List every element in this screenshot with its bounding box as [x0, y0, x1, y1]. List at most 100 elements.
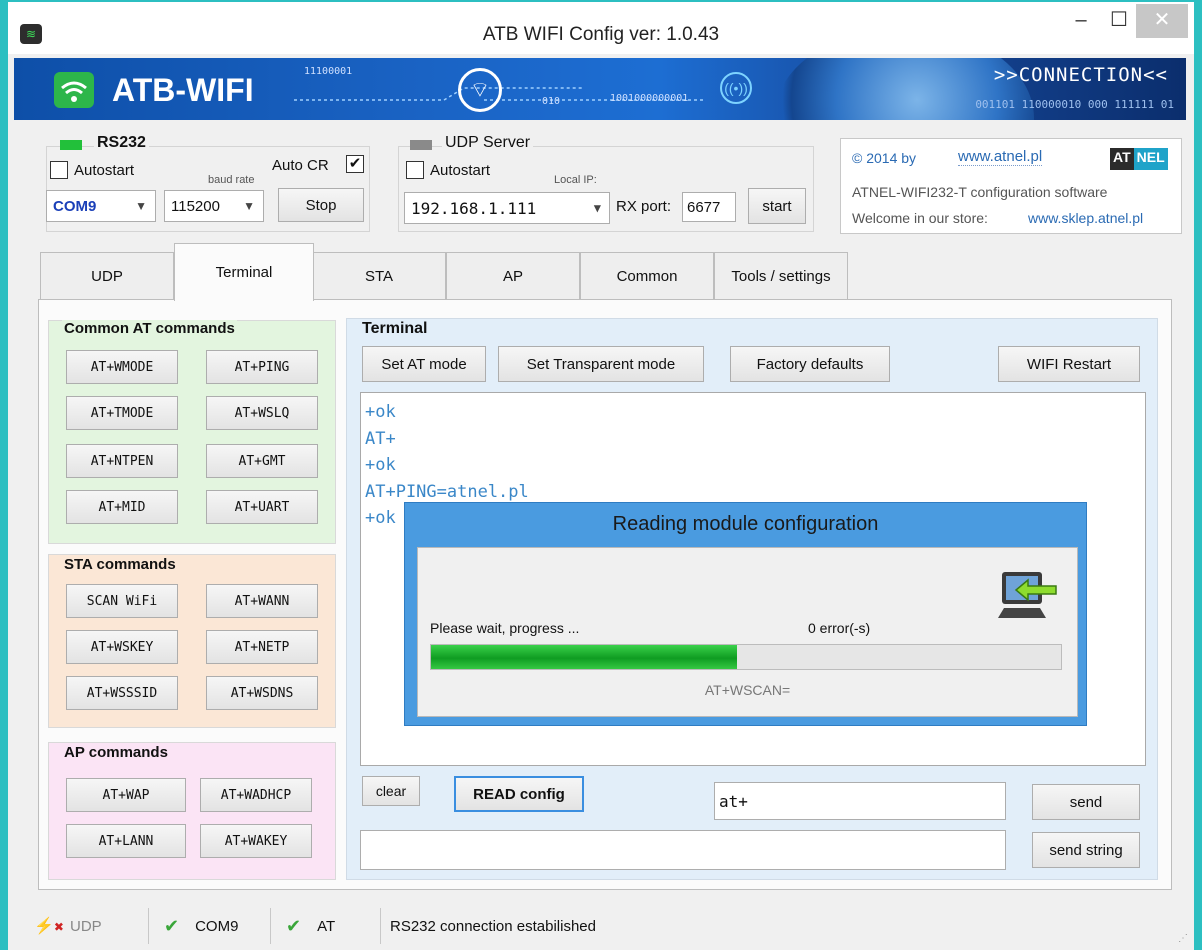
store-link[interactable]: www.sklep.atnel.pl [1028, 210, 1143, 226]
rx-port-label: RX port: [616, 198, 672, 215]
at-wap-button[interactable]: AT+WAP [66, 778, 186, 812]
udp-start-button[interactable]: start [748, 188, 806, 224]
at-wslq-button[interactable]: AT+WSLQ [206, 396, 318, 430]
com-port-select[interactable]: COM9 ▼ [46, 190, 156, 222]
set-transparent-mode-button[interactable]: Set Transparent mode [498, 346, 704, 382]
progress-fill [431, 645, 737, 669]
send-button[interactable]: send [1032, 784, 1140, 820]
tab-ap[interactable]: AP [446, 252, 580, 300]
chevron-down-icon: ▼ [243, 199, 255, 213]
tab-udp[interactable]: UDP [40, 252, 174, 300]
udp-autostart-label: Autostart [430, 162, 491, 179]
website-link[interactable]: www.atnel.pl [958, 148, 1043, 166]
resize-grip-icon[interactable]: ⋰ [1178, 933, 1188, 944]
atnel-logo-a: AT [1110, 148, 1134, 170]
antenna-icon: ((•)) [720, 72, 752, 104]
connection-label: >>CONNECTION<< [993, 64, 1168, 86]
rs232-title: RS232 [94, 134, 149, 152]
window-title: ATB WIFI Config ver: 1.0.43 [482, 24, 720, 45]
udp-autostart-checkbox[interactable] [406, 161, 424, 179]
check-icon: ✔ [164, 915, 180, 936]
status-udp: ⚡✖ UDP [34, 904, 102, 948]
at-wsdns-button[interactable]: AT+WSDNS [206, 676, 318, 710]
at-mid-button[interactable]: AT+MID [66, 490, 178, 524]
local-ip-caption: Local IP: [554, 174, 597, 186]
sta-commands-title: STA commands [62, 556, 178, 573]
chevron-down-icon: ▼ [593, 201, 601, 215]
at-wsssid-button[interactable]: AT+WSSSID [66, 676, 178, 710]
status-udp-label: UDP [69, 917, 102, 935]
factory-defaults-button[interactable]: Factory defaults [730, 346, 890, 382]
baud-rate-caption: baud rate [208, 174, 255, 186]
please-wait-text: Please wait, progress ... [430, 620, 580, 636]
common-at-title: Common AT commands [62, 320, 237, 337]
tab-sta[interactable]: STA [312, 252, 446, 300]
at-lann-button[interactable]: AT+LANN [66, 824, 186, 858]
at-wann-button[interactable]: AT+WANN [206, 584, 318, 618]
wifi-restart-button[interactable]: WIFI Restart [998, 346, 1140, 382]
status-at: ✔ AT [286, 904, 335, 948]
tab-tools-settings[interactable]: Tools / settings [714, 252, 848, 300]
close-button[interactable]: ✕ [1136, 4, 1188, 38]
at-uart-button[interactable]: AT+UART [206, 490, 318, 524]
status-message: RS232 connection estabilished [390, 917, 596, 935]
send-string-button[interactable]: send string [1032, 832, 1140, 868]
at-tmode-button[interactable]: AT+TMODE [66, 396, 178, 430]
rs232-stop-button[interactable]: Stop [278, 188, 364, 222]
status-com: ✔ COM9 [164, 904, 238, 948]
terminal-line: +ok [365, 455, 396, 475]
udp-server-title: UDP Server [442, 134, 534, 152]
rs232-autostart-checkbox[interactable] [50, 161, 68, 179]
terminal-title: Terminal [362, 320, 428, 337]
progress-bar [430, 644, 1062, 670]
app-banner: ATB-WIFI 11100001 ⌔ 010 1001000000001 ((… [14, 58, 1186, 120]
reading-config-dialog: Reading module configuration Please wait… [404, 502, 1087, 726]
local-ip-select[interactable]: 192.168.1.111 ▼ [404, 192, 610, 224]
at-wadhcp-button[interactable]: AT+WADHCP [200, 778, 312, 812]
terminal-line: AT+ [365, 428, 396, 449]
status-separator [270, 908, 271, 944]
at-wmode-button[interactable]: AT+WMODE [66, 350, 178, 384]
status-com-label: COM9 [195, 917, 239, 935]
at-ntpen-button[interactable]: AT+NTPEN [66, 444, 178, 478]
error-count-text: 0 error(-s) [808, 620, 871, 636]
chevron-down-icon: ▼ [135, 199, 147, 213]
wifi-circle-icon: ⌔ [458, 68, 502, 112]
udp-error-icon: ⚡✖ [34, 918, 64, 935]
at-gmt-button[interactable]: AT+GMT [206, 444, 318, 478]
scan-wifi-button[interactable]: SCAN WiFi [66, 584, 178, 618]
at-wakey-button[interactable]: AT+WAKEY [200, 824, 312, 858]
baud-rate-select[interactable]: 115200 ▼ [164, 190, 264, 222]
tab-terminal[interactable]: Terminal [174, 243, 314, 301]
local-ip-value: 192.168.1.111 [411, 198, 537, 218]
com-port-value: COM9 [53, 197, 97, 215]
at-ping-button[interactable]: AT+PING [206, 350, 318, 384]
atnel-logo-b: NEL [1133, 148, 1168, 170]
at-wskey-button[interactable]: AT+WSKEY [66, 630, 178, 664]
check-icon: ✔ [286, 915, 302, 936]
set-at-mode-button[interactable]: Set AT mode [362, 346, 486, 382]
auto-cr-label: Auto CR [272, 157, 329, 174]
info-line-1: ATNEL-WIFI232-T configuration software [852, 184, 1108, 200]
ap-commands-title: AP commands [62, 744, 170, 761]
at-netp-button[interactable]: AT+NETP [206, 630, 318, 664]
banner-bits: 010 [542, 96, 561, 107]
status-separator [380, 908, 381, 944]
banner-bits: 11100001 [304, 66, 353, 77]
string-input[interactable] [360, 830, 1006, 870]
status-at-label: AT [317, 917, 336, 935]
tab-common[interactable]: Common [580, 252, 714, 300]
dialog-title: Reading module configuration [612, 513, 879, 535]
command-input[interactable]: at+ [714, 782, 1006, 820]
rx-port-input[interactable]: 6677 [682, 192, 736, 222]
atnel-logo: AT NEL [1110, 148, 1168, 170]
banner-bits: 001101 110000010 000 111111 01 [975, 98, 1174, 111]
rs232-autostart-label: Autostart [74, 162, 135, 179]
computer-transfer-icon [996, 568, 1062, 626]
status-bar: ⚡✖ UDP ✔ COM9 ✔ AT RS232 connection esta… [8, 904, 1194, 950]
auto-cr-checkbox[interactable]: ✔ [346, 155, 364, 173]
clear-button[interactable]: clear [362, 776, 420, 806]
baud-rate-value: 115200 [171, 197, 220, 215]
read-config-button[interactable]: READ config [454, 776, 584, 812]
wifi-logo-icon [54, 72, 94, 108]
